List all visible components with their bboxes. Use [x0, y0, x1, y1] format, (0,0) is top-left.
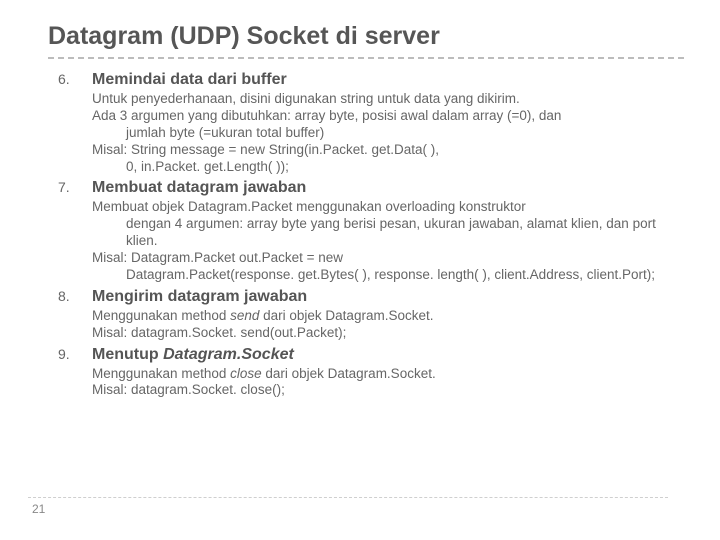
item-9-header: 9. Menutup Datagram.Socket: [58, 346, 679, 364]
footer: 21: [28, 497, 668, 516]
item-9-body: Menggunakan method close dari objek Data…: [92, 366, 679, 400]
item-8-header: 8. Mengirim datagram jawaban: [58, 288, 679, 306]
slide-content: 6. Memindai data dari buffer Untuk penye…: [48, 71, 684, 399]
item-9-heading: Menutup Datagram.Socket: [92, 346, 294, 364]
item-9-number: 9.: [58, 346, 92, 362]
item-6-header: 6. Memindai data dari buffer: [58, 71, 679, 89]
item-7-body: Membuat objek Datagram.Packet menggunaka…: [92, 199, 679, 283]
item-8-number: 8.: [58, 288, 92, 304]
slide-title: Datagram (UDP) Socket di server: [48, 22, 684, 59]
item-7-number: 7.: [58, 179, 92, 195]
page-number: 21: [32, 502, 45, 516]
item-7-heading: Membuat datagram jawaban: [92, 179, 306, 197]
item-8-heading: Mengirim datagram jawaban: [92, 288, 307, 306]
item-7-header: 7. Membuat datagram jawaban: [58, 179, 679, 197]
item-6-heading: Memindai data dari buffer: [92, 71, 287, 89]
item-8-body: Menggunakan method send dari objek Datag…: [92, 308, 679, 342]
item-6-body: Untuk penyederhanaan, disini digunakan s…: [92, 91, 679, 175]
item-6-number: 6.: [58, 71, 92, 87]
